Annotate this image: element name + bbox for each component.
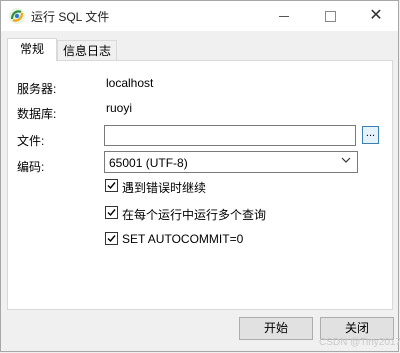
- server-label: 服务器:: [17, 82, 57, 96]
- multiple-queries-checkbox[interactable]: [105, 206, 118, 219]
- chevron-down-icon: [341, 157, 351, 163]
- minimize-button[interactable]: [261, 1, 307, 31]
- tab-general[interactable]: 常规: [7, 38, 57, 61]
- check-icon: [107, 209, 116, 217]
- multiple-queries-label: 在每个运行中运行多个查询: [122, 208, 267, 222]
- encoding-select[interactable]: 65001 (UTF-8): [104, 151, 358, 173]
- database-value: ruoyi: [106, 101, 133, 115]
- check-icon: [107, 235, 116, 243]
- title-bar: 运行 SQL 文件 ✕: [1, 1, 398, 31]
- check-icon: [107, 182, 116, 190]
- continue-on-error-label: 遇到错误时继续: [122, 181, 207, 195]
- run-sql-file-dialog: 运行 SQL 文件 ✕ 常规 信息日志 服务器: localhost 数据库: …: [0, 0, 400, 352]
- file-path-input[interactable]: [104, 125, 356, 146]
- file-label: 文件:: [17, 134, 45, 148]
- encoding-label: 编码:: [17, 160, 45, 174]
- maximize-icon: [324, 11, 336, 23]
- maximize-button[interactable]: [307, 1, 353, 31]
- continue-on-error-checkbox[interactable]: [105, 179, 118, 192]
- close-icon: ✕: [369, 7, 383, 24]
- watermark: CSDN @Tiny2017: [319, 337, 400, 348]
- close-window-button[interactable]: ✕: [353, 1, 399, 31]
- window-title: 运行 SQL 文件: [31, 10, 110, 24]
- autocommit-label: SET AUTOCOMMIT=0: [122, 232, 244, 246]
- app-icon: [9, 8, 25, 24]
- tab-info-log[interactable]: 信息日志: [57, 40, 118, 61]
- server-value: localhost: [106, 76, 154, 90]
- minimize-icon: [279, 16, 289, 18]
- autocommit-checkbox[interactable]: [105, 232, 118, 245]
- browse-file-button[interactable]: ...: [362, 126, 379, 144]
- database-label: 数据库:: [17, 107, 57, 121]
- encoding-selected-value: 65001 (UTF-8): [109, 156, 188, 170]
- start-button[interactable]: 开始: [239, 317, 313, 340]
